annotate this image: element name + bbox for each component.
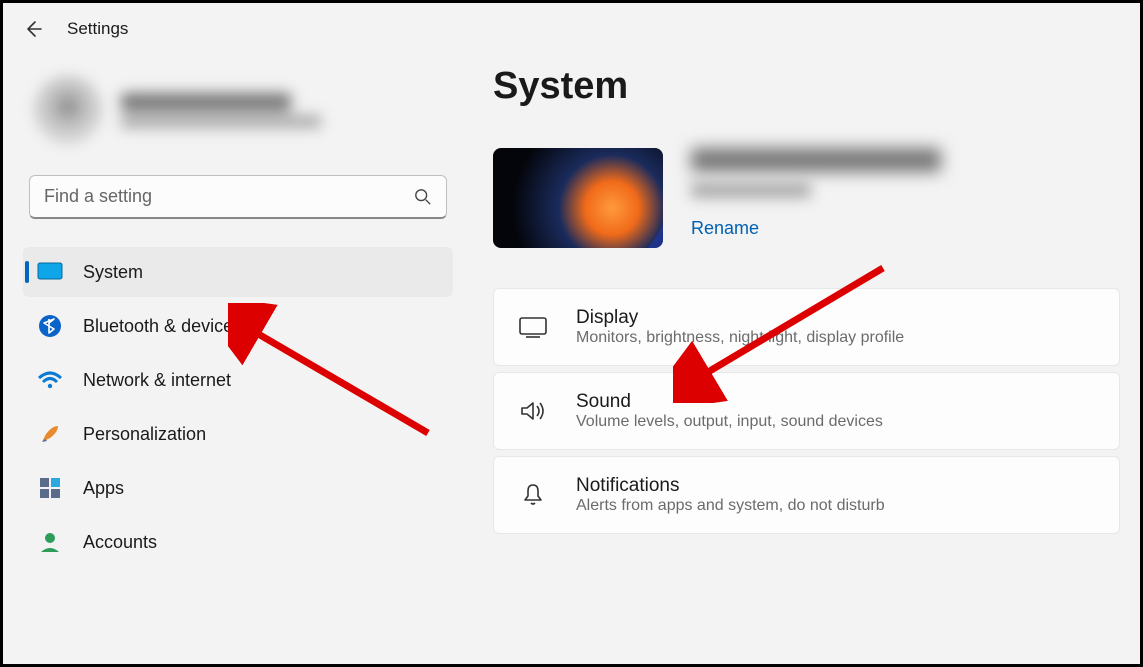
device-block: Rename [493,148,1120,248]
sidebar-item-apps[interactable]: Apps [23,463,453,513]
sidebar-item-label: Accounts [83,532,157,553]
sidebar-item-label: Network & internet [83,370,231,391]
card-sound[interactable]: Sound Volume levels, output, input, soun… [493,372,1120,450]
card-display[interactable]: Display Monitors, brightness, night ligh… [493,288,1120,366]
nav-list: System Bluetooth & devices Network & int… [23,247,453,567]
search-icon [414,188,432,206]
brush-icon [37,421,63,447]
bluetooth-icon [37,313,63,339]
back-button[interactable] [23,19,43,39]
device-name [691,148,941,172]
person-icon [37,529,63,555]
sidebar-item-personalization[interactable]: Personalization [23,409,453,459]
sidebar-item-label: Apps [83,478,124,499]
arrow-left-icon [23,19,43,39]
main-content: System Rename Display Monitors, brightne… [453,55,1120,567]
rename-link[interactable]: Rename [691,218,941,239]
card-subtitle: Monitors, brightness, night light, displ… [576,329,904,347]
sidebar-item-network[interactable]: Network & internet [23,355,453,405]
avatar [33,75,103,145]
bell-icon [518,482,548,508]
sidebar-item-bluetooth[interactable]: Bluetooth & devices [23,301,453,351]
header: Settings [3,3,1140,55]
device-wallpaper-thumb[interactable] [493,148,663,248]
card-title: Notifications [576,475,885,497]
card-notifications[interactable]: Notifications Alerts from apps and syste… [493,456,1120,534]
device-subline [691,182,811,198]
settings-cards: Display Monitors, brightness, night ligh… [493,288,1120,534]
apps-icon [37,475,63,501]
search-input[interactable] [44,186,414,207]
page-title: System [493,65,1120,108]
sidebar-item-system[interactable]: System [23,247,453,297]
card-title: Sound [576,391,883,413]
account-block[interactable] [33,75,443,145]
card-title: Display [576,307,904,329]
account-text [121,93,321,128]
card-subtitle: Alerts from apps and system, do not dist… [576,497,885,515]
card-subtitle: Volume levels, output, input, sound devi… [576,413,883,431]
wifi-icon [37,367,63,393]
sidebar-item-label: Bluetooth & devices [83,316,242,337]
sidebar-item-label: System [83,262,143,283]
device-info: Rename [691,148,941,239]
sidebar-item-accounts[interactable]: Accounts [23,517,453,567]
system-icon [37,259,63,285]
sidebar-item-label: Personalization [83,424,206,445]
sidebar: System Bluetooth & devices Network & int… [23,55,453,567]
header-title: Settings [67,19,128,39]
monitor-icon [518,315,548,339]
sound-icon [518,399,548,423]
search-box[interactable] [29,175,447,219]
